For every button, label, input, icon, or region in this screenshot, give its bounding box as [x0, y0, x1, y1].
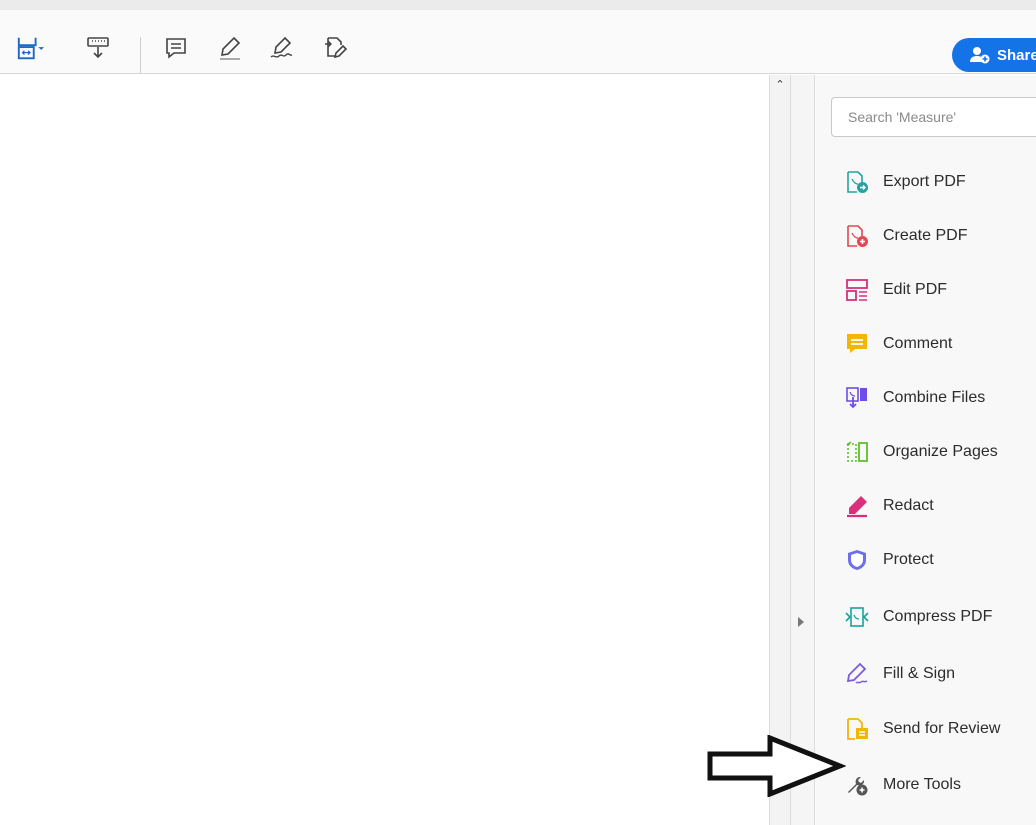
tool-fill-sign[interactable]: Fill & Sign	[845, 659, 955, 689]
tool-label: Redact	[883, 497, 934, 514]
edit-pdf-icon	[845, 278, 869, 302]
redact-icon	[845, 494, 869, 518]
tool-label: Compress PDF	[883, 608, 993, 625]
protect-icon	[845, 548, 869, 572]
add-user-icon	[970, 47, 990, 64]
more-tools-icon	[845, 773, 869, 797]
vertical-scrollbar[interactable]: ⌃	[769, 75, 791, 825]
tool-organize-pages[interactable]: Organize Pages	[845, 437, 998, 467]
tool-label: Combine Files	[883, 389, 986, 406]
tool-label: Create PDF	[883, 227, 968, 244]
tool-protect[interactable]: Protect	[845, 545, 934, 575]
tool-label: Comment	[883, 335, 953, 352]
tool-comment[interactable]: Comment	[845, 329, 952, 359]
create-pdf-icon	[845, 224, 869, 248]
scroll-up-icon[interactable]: ⌃	[774, 79, 786, 91]
document-view[interactable]	[0, 75, 769, 825]
tool-label: More Tools	[883, 776, 961, 793]
send-for-review-icon[interactable]	[322, 34, 350, 62]
tool-label: Send for Review	[883, 720, 1001, 737]
tools-pane: Export PDF Create PDF Edit PDF Comment C…	[815, 75, 1036, 825]
tool-label: Edit PDF	[883, 281, 948, 298]
send-for-review-icon	[845, 717, 869, 741]
collapse-pane-icon[interactable]	[798, 617, 804, 627]
tool-create-pdf[interactable]: Create PDF	[845, 221, 967, 251]
pane-divider[interactable]	[791, 75, 815, 825]
compress-pdf-icon	[845, 605, 869, 629]
share-button[interactable]: Share	[952, 38, 1036, 72]
tool-combine-files[interactable]: Combine Files	[845, 383, 985, 413]
stamp-icon[interactable]	[84, 34, 112, 62]
search-tools-input[interactable]	[831, 97, 1036, 137]
comment-icon	[845, 332, 869, 356]
export-pdf-icon	[845, 170, 869, 194]
tool-more-tools[interactable]: More Tools	[845, 770, 961, 800]
window-top-strip	[0, 0, 1036, 10]
share-button-label: Share	[997, 46, 1036, 64]
toolbar: Share	[0, 10, 1036, 74]
fill-sign-icon	[845, 662, 869, 686]
tool-export-pdf[interactable]: Export PDF	[845, 167, 966, 197]
measure-icon[interactable]	[16, 34, 44, 62]
tool-label: Fill & Sign	[883, 665, 956, 682]
tool-compress-pdf[interactable]: Compress PDF	[845, 602, 992, 632]
sign-icon[interactable]	[268, 34, 296, 62]
comment-icon[interactable]	[162, 34, 190, 62]
tool-label: Organize Pages	[883, 443, 998, 460]
tool-edit-pdf[interactable]: Edit PDF	[845, 275, 947, 305]
highlight-icon[interactable]	[216, 34, 244, 62]
toolbar-separator	[140, 37, 141, 73]
pointer-arrow-icon	[707, 735, 846, 797]
tool-redact[interactable]: Redact	[845, 491, 934, 521]
organize-pages-icon	[845, 440, 869, 464]
combine-files-icon	[845, 386, 869, 410]
tool-send-for-review[interactable]: Send for Review	[845, 714, 1000, 744]
tool-label: Protect	[883, 551, 934, 568]
tool-label: Export PDF	[883, 173, 966, 190]
